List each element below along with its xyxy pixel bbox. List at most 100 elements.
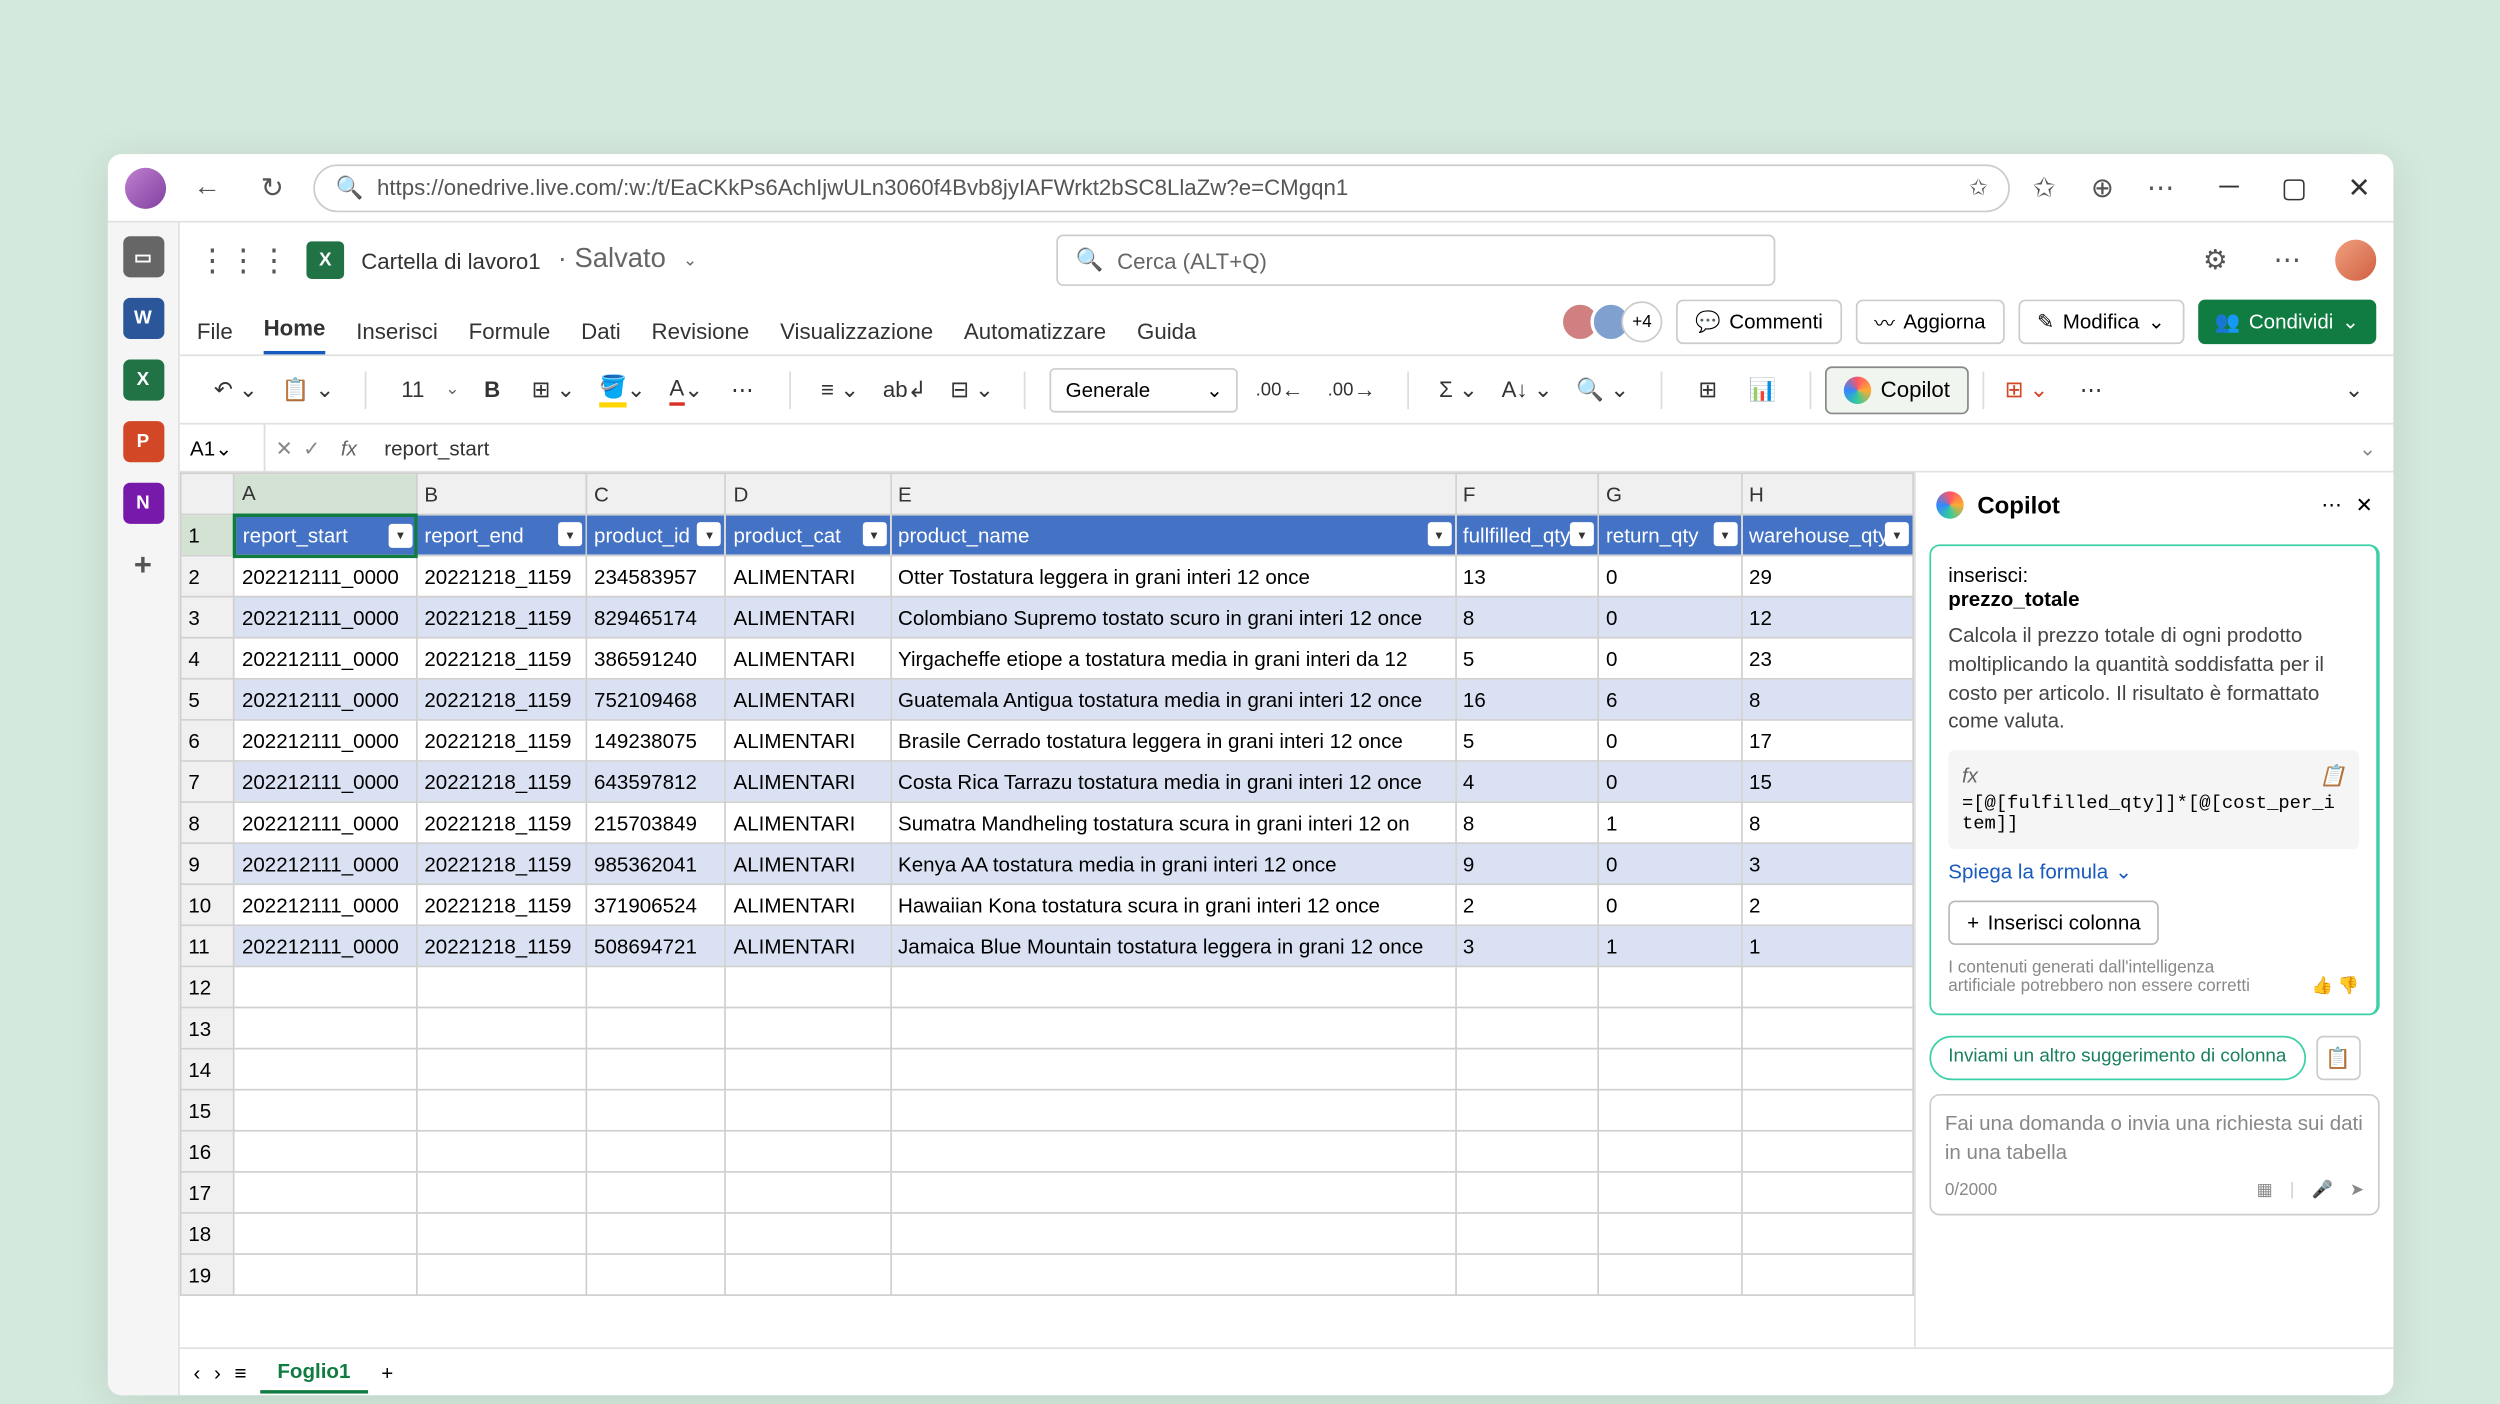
address-bar[interactable]: 🔍 https://onedrive.live.com/:w:/t/EaCKkP…	[313, 163, 2010, 211]
cell[interactable]: 234583957	[586, 556, 725, 597]
search-input[interactable]: 🔍 Cerca (ALT+Q)	[1057, 235, 1776, 286]
cell[interactable]: 9	[1455, 843, 1598, 884]
cell[interactable]: ALIMENTARI	[726, 884, 891, 925]
cell[interactable]: 202212111_0000	[234, 761, 416, 802]
cell[interactable]	[726, 1254, 891, 1295]
cell[interactable]: 20221218_1159	[417, 638, 587, 679]
cell[interactable]	[1741, 1213, 1913, 1254]
back-button[interactable]: ←	[183, 163, 231, 211]
all-sheets-icon[interactable]: ≡	[235, 1360, 247, 1384]
row-header[interactable]: 17	[181, 1172, 235, 1213]
column-header[interactable]: C	[586, 473, 725, 514]
cell[interactable]	[234, 966, 416, 1007]
cell[interactable]: 386591240	[586, 638, 725, 679]
cell[interactable]: Brasile Cerrado tostatura leggera in gra…	[890, 720, 1455, 761]
cell[interactable]	[726, 1131, 891, 1172]
column-header[interactable]: B	[417, 473, 587, 514]
cell[interactable]	[417, 1090, 587, 1131]
cell[interactable]: 29	[1741, 556, 1913, 597]
autosum-button[interactable]: Σ ⌄	[1432, 367, 1484, 412]
prev-sheet-icon[interactable]: ‹	[193, 1360, 200, 1384]
cell[interactable]: 23	[1741, 638, 1913, 679]
rail-word-icon[interactable]: W	[122, 298, 163, 339]
cell[interactable]: 20221218_1159	[417, 925, 587, 966]
cell[interactable]	[586, 1049, 725, 1090]
user-avatar[interactable]	[2335, 240, 2376, 281]
cell[interactable]: 15	[1741, 761, 1913, 802]
cell[interactable]	[726, 966, 891, 1007]
cell[interactable]	[234, 1008, 416, 1049]
column-header[interactable]: A	[234, 473, 416, 514]
cell[interactable]	[586, 1213, 725, 1254]
cell[interactable]	[586, 1090, 725, 1131]
copilot-button[interactable]: Copilot	[1824, 366, 1969, 414]
cell[interactable]: 20221218_1159	[417, 556, 587, 597]
cell[interactable]: 752109468	[586, 679, 725, 720]
add-sheet-icon[interactable]: +	[381, 1360, 393, 1384]
row-header[interactable]: 18	[181, 1213, 235, 1254]
cell[interactable]	[234, 1213, 416, 1254]
cell[interactable]: 202212111_0000	[234, 925, 416, 966]
cell[interactable]: 5	[1455, 638, 1598, 679]
cell[interactable]	[586, 1131, 725, 1172]
cell[interactable]	[890, 1090, 1455, 1131]
table-header-cell[interactable]: fullfilled_qty▾	[1455, 514, 1598, 555]
collab-more-count[interactable]: +4	[1621, 301, 1662, 342]
name-box[interactable]: A1 ⌄	[180, 425, 266, 471]
cell[interactable]	[234, 1090, 416, 1131]
cell[interactable]: 0	[1598, 720, 1741, 761]
cell[interactable]: ALIMENTARI	[726, 556, 891, 597]
copilot-input[interactable]: Fai una domanda o invia una richiesta su…	[1929, 1094, 2379, 1215]
tab-file[interactable]: File	[197, 318, 233, 354]
cell[interactable]	[1598, 1172, 1741, 1213]
cell[interactable]	[726, 1213, 891, 1254]
cell[interactable]: Kenya AA tostatura media in grani interi…	[890, 843, 1455, 884]
cell[interactable]	[1455, 1172, 1598, 1213]
minimize-button[interactable]: ─	[2212, 170, 2246, 204]
cell[interactable]	[890, 1254, 1455, 1295]
cell[interactable]: 20221218_1159	[417, 597, 587, 638]
cell[interactable]: 20221218_1159	[417, 884, 587, 925]
cell[interactable]: 17	[1741, 720, 1913, 761]
cell[interactable]: 20221218_1159	[417, 802, 587, 843]
filter-icon[interactable]: ▾	[1427, 522, 1451, 546]
cell[interactable]: 12	[1741, 597, 1913, 638]
cell[interactable]	[1741, 1172, 1913, 1213]
thumbs-down-icon[interactable]: 👎	[2338, 978, 2359, 997]
cell[interactable]	[890, 966, 1455, 1007]
paste-button[interactable]: 📋 ⌄	[275, 367, 341, 412]
align-button[interactable]: ≡ ⌄	[814, 367, 866, 412]
cell[interactable]: 4	[1455, 761, 1598, 802]
cell[interactable]: 0	[1598, 597, 1741, 638]
cell[interactable]: 13	[1455, 556, 1598, 597]
settings-icon[interactable]: ⚙	[2191, 236, 2239, 284]
close-icon[interactable]: ✕	[2356, 493, 2373, 517]
cell[interactable]	[417, 1213, 587, 1254]
row-header[interactable]: 19	[181, 1254, 235, 1295]
cell[interactable]	[417, 1254, 587, 1295]
cell[interactable]: 371906524	[586, 884, 725, 925]
row-header[interactable]: 4	[181, 638, 235, 679]
filter-icon[interactable]: ▾	[388, 523, 412, 547]
cell[interactable]	[234, 1131, 416, 1172]
cell[interactable]: 3	[1741, 843, 1913, 884]
table-header-cell[interactable]: product_id▾	[586, 514, 725, 555]
collections-icon[interactable]: ⊕	[2085, 170, 2119, 204]
tab-help[interactable]: Guida	[1137, 318, 1196, 354]
collaborators[interactable]: +4	[1570, 301, 1662, 342]
cell[interactable]: 3	[1455, 925, 1598, 966]
refresh-button[interactable]: 〰 Aggiorna	[1855, 300, 2004, 345]
thumbs-up-icon[interactable]: 👍	[2312, 978, 2333, 997]
spreadsheet-grid[interactable]: ABCDEFGH1report_start▾report_end▾product…	[180, 473, 1914, 1348]
column-header[interactable]: D	[726, 473, 891, 514]
favorite-icon[interactable]: ✩	[1969, 174, 1988, 201]
cell[interactable]: 8	[1741, 802, 1913, 843]
cell[interactable]: 20221218_1159	[417, 679, 587, 720]
table-header-cell[interactable]: warehouse_qty▾	[1741, 514, 1913, 555]
cell[interactable]: 2	[1741, 884, 1913, 925]
cell[interactable]	[1741, 1049, 1913, 1090]
table-header-cell[interactable]: product_cat▾	[726, 514, 891, 555]
cell[interactable]: 20221218_1159	[417, 720, 587, 761]
cell[interactable]	[234, 1049, 416, 1090]
copy-icon[interactable]: 📋	[2320, 764, 2346, 788]
